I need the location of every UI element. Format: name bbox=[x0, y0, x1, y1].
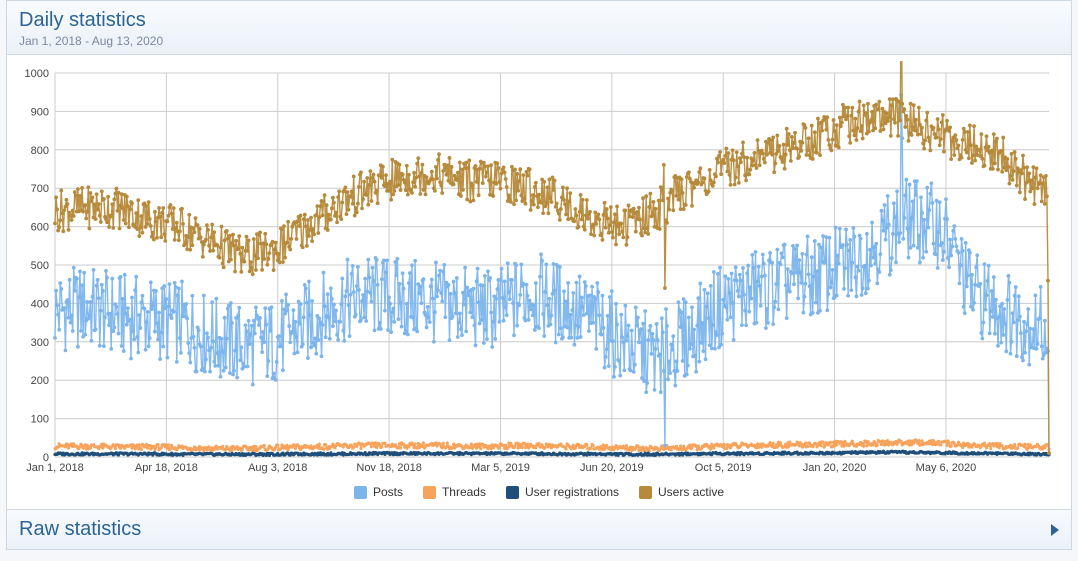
svg-text:Apr 18, 2018: Apr 18, 2018 bbox=[135, 462, 198, 474]
legend-label: Users active bbox=[658, 485, 724, 499]
panel-title: Daily statistics bbox=[19, 9, 1059, 32]
raw-statistics-label: Raw statistics bbox=[19, 518, 141, 541]
legend-swatch bbox=[354, 486, 367, 499]
svg-text:100: 100 bbox=[31, 414, 49, 426]
panel-subtitle: Jan 1, 2018 - Aug 13, 2020 bbox=[19, 34, 1059, 48]
legend-swatch bbox=[506, 486, 519, 499]
legend-item-user-registrations[interactable]: User registrations bbox=[506, 485, 619, 499]
svg-text:600: 600 bbox=[31, 222, 49, 234]
svg-text:1000: 1000 bbox=[25, 68, 49, 80]
svg-text:Mar 5, 2019: Mar 5, 2019 bbox=[471, 462, 530, 474]
legend-item-users-active[interactable]: Users active bbox=[639, 485, 724, 499]
svg-text:Nov 18, 2018: Nov 18, 2018 bbox=[356, 462, 421, 474]
svg-text:300: 300 bbox=[31, 337, 49, 349]
svg-text:800: 800 bbox=[31, 145, 49, 157]
svg-text:Jan 1, 2018: Jan 1, 2018 bbox=[26, 462, 84, 474]
legend-label: Threads bbox=[442, 485, 486, 499]
daily-statistics-chart[interactable]: 01002003004005006007008009001000Jan 1, 2… bbox=[11, 61, 1059, 481]
legend-label: Posts bbox=[373, 485, 403, 499]
svg-text:400: 400 bbox=[31, 298, 49, 310]
svg-text:Oct 5, 2019: Oct 5, 2019 bbox=[695, 462, 752, 474]
legend-swatch bbox=[639, 486, 652, 499]
svg-text:Jan 20, 2020: Jan 20, 2020 bbox=[803, 462, 867, 474]
svg-text:Aug 3, 2018: Aug 3, 2018 bbox=[248, 462, 307, 474]
svg-text:700: 700 bbox=[31, 183, 49, 195]
legend-item-posts[interactable]: Posts bbox=[354, 485, 403, 499]
svg-text:900: 900 bbox=[31, 106, 49, 118]
panel-body: 01002003004005006007008009001000Jan 1, 2… bbox=[7, 55, 1071, 509]
svg-text:500: 500 bbox=[31, 260, 49, 272]
svg-text:Jun 20, 2019: Jun 20, 2019 bbox=[580, 462, 644, 474]
chevron-right-icon bbox=[1051, 524, 1059, 536]
svg-text:May 6, 2020: May 6, 2020 bbox=[916, 462, 977, 474]
daily-statistics-panel: Daily statistics Jan 1, 2018 - Aug 13, 2… bbox=[6, 0, 1072, 510]
legend-label: User registrations bbox=[525, 485, 619, 499]
svg-text:200: 200 bbox=[31, 375, 49, 387]
legend-item-threads[interactable]: Threads bbox=[423, 485, 486, 499]
raw-statistics-toggle[interactable]: Raw statistics bbox=[6, 510, 1072, 550]
legend-swatch bbox=[423, 486, 436, 499]
chart-legend: Posts Threads User registrations Users acti… bbox=[11, 481, 1067, 507]
panel-header: Daily statistics Jan 1, 2018 - Aug 13, 2… bbox=[7, 1, 1071, 55]
